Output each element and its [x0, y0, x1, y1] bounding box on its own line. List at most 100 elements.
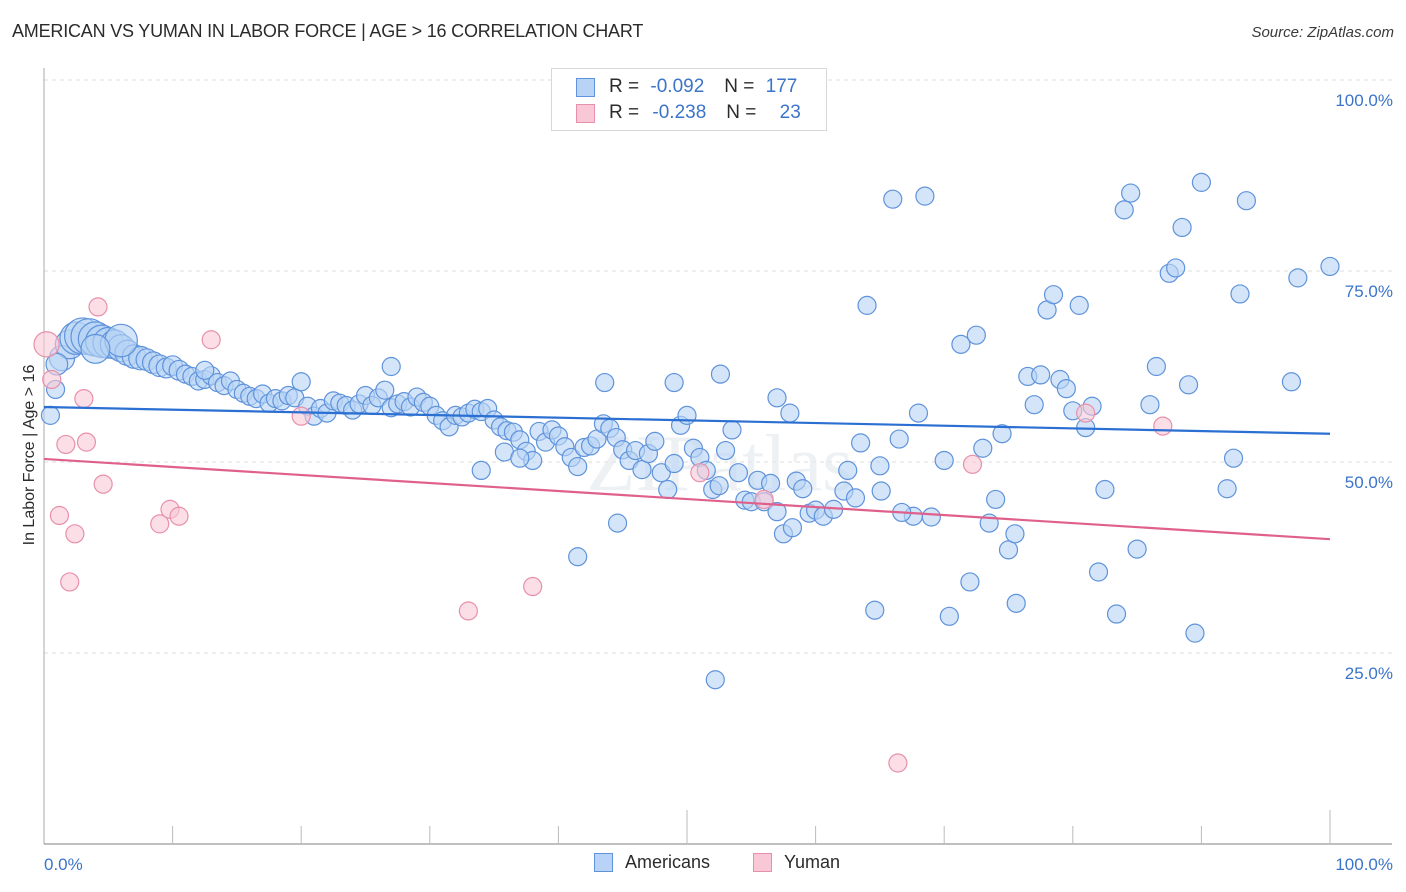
americans-point	[510, 448, 530, 468]
americans-point	[381, 356, 401, 377]
americans-point	[870, 456, 890, 476]
americans-point	[607, 513, 628, 533]
americans-point	[645, 431, 665, 451]
americans-point	[871, 481, 891, 501]
americans-point	[595, 372, 615, 393]
scatter-plot: ZIPatlas 100.0%75.0%50.0%25.0%0.0% 100.0%…	[21, 68, 1393, 874]
americans-point	[1088, 562, 1109, 582]
legend-row-americans: R = -0.092 N = 177	[576, 74, 797, 100]
yuman-point	[458, 601, 478, 621]
yuman-point	[65, 524, 85, 544]
yuman-point	[291, 406, 311, 426]
legend-n-value: 177	[765, 76, 798, 97]
americans-point	[851, 433, 871, 453]
americans-point	[677, 405, 697, 425]
americans-point	[568, 547, 588, 567]
americans-point	[728, 463, 749, 483]
y-axis-label: In Labor Force | Age > 16	[21, 365, 38, 546]
americans-point	[1191, 172, 1212, 192]
y-tick-label: 100.0%	[1335, 91, 1393, 110]
americans-point	[1024, 395, 1044, 415]
americans-point	[1140, 395, 1160, 415]
americans-point	[291, 372, 311, 392]
americans-point	[973, 438, 993, 458]
americans-point	[1236, 191, 1257, 211]
americans-swatch	[576, 77, 595, 97]
yuman-point	[88, 297, 108, 317]
americans-point	[793, 479, 813, 499]
yuman-swatch	[753, 853, 772, 872]
americans-point	[1005, 524, 1025, 544]
y-tick-label: 75.0%	[1345, 282, 1393, 301]
legend-r-label: R =	[609, 76, 640, 97]
legend-label-yuman: Yuman	[784, 852, 841, 872]
americans-point	[857, 295, 877, 315]
yuman-point	[1076, 403, 1096, 423]
yuman-point	[1153, 416, 1173, 436]
legend-item-americans[interactable]: Americans	[594, 852, 710, 873]
americans-point	[966, 325, 986, 345]
yuman-point	[42, 369, 62, 390]
americans-point	[865, 600, 885, 620]
americans-point	[1185, 623, 1205, 643]
americans-point	[1320, 256, 1340, 277]
yuman-point	[888, 753, 908, 773]
americans-point	[845, 488, 866, 508]
americans-point	[1178, 375, 1199, 395]
americans-point	[1166, 258, 1186, 278]
americans-point	[998, 540, 1019, 560]
legend-row-yuman: R = -0.238 N = 23	[576, 100, 801, 126]
americans-point	[939, 606, 959, 626]
americans-point	[889, 429, 909, 449]
americans-point	[908, 403, 929, 423]
americans-point	[780, 403, 800, 423]
americans-point	[1146, 356, 1166, 377]
americans-point	[664, 453, 684, 474]
americans-point	[1217, 479, 1237, 499]
americans-point	[375, 380, 395, 400]
legend-n-value: 23	[779, 102, 801, 123]
americans-point	[471, 460, 491, 481]
americans-point	[632, 460, 652, 480]
yuman-point	[962, 454, 983, 474]
americans-point	[1127, 539, 1147, 559]
legend-n-label: N =	[726, 102, 757, 123]
americans-point	[710, 364, 731, 384]
americans-point	[664, 372, 684, 393]
americans-point	[838, 460, 858, 481]
yuman-point	[60, 572, 80, 592]
americans-point	[40, 405, 61, 425]
americans-point	[986, 489, 1006, 510]
yuman-point	[76, 432, 97, 452]
americans-point	[934, 450, 954, 471]
americans-point	[883, 189, 903, 209]
yuman-point	[74, 388, 94, 409]
series-legend: Americans Yuman	[0, 852, 1406, 876]
americans-point	[1069, 295, 1089, 315]
americans-point	[1056, 379, 1076, 399]
yuman-point	[33, 331, 60, 358]
americans-point	[1043, 285, 1064, 305]
americans-swatch	[594, 853, 613, 872]
legend-n-label: N =	[724, 76, 755, 97]
americans-point	[915, 186, 935, 206]
americans-point	[1223, 448, 1244, 468]
americans-point	[715, 440, 736, 461]
yuman-point	[56, 434, 76, 455]
americans-point	[921, 507, 941, 527]
legend-r-value: -0.238	[652, 102, 707, 123]
americans-point	[1121, 183, 1141, 203]
legend-item-yuman[interactable]: Yuman	[753, 852, 840, 873]
americans-point	[1114, 200, 1134, 220]
americans-point	[722, 420, 742, 440]
americans-point	[960, 572, 980, 592]
yuman-point	[523, 576, 543, 597]
legend-label-americans: Americans	[625, 852, 711, 872]
correlation-legend: R = -0.092 N = 177 R = -0.238 N = 23	[551, 68, 827, 131]
yuman-point	[93, 474, 113, 494]
americans-point	[705, 670, 725, 690]
americans-point	[1281, 372, 1302, 392]
y-tick-label: 25.0%	[1345, 664, 1393, 683]
yuman-point	[201, 330, 221, 350]
americans-point	[568, 456, 588, 477]
